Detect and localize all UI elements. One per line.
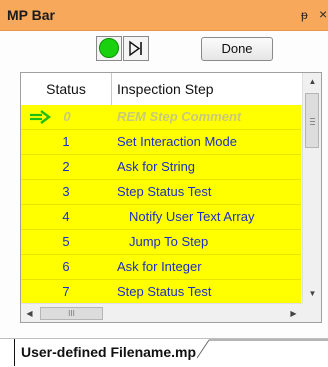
toolbar: Done	[0, 31, 328, 65]
column-header-status[interactable]: Status	[21, 73, 112, 105]
mp-bar-panel: MP Bar ᵽ × Done Status Inspection Step 0…	[0, 0, 328, 367]
row-step: Ask for String	[117, 159, 196, 174]
scroll-left-icon[interactable]: ◀	[21, 304, 38, 322]
row-step: Jump To Step	[129, 234, 209, 249]
table-row[interactable]: 3 Step Status Test	[21, 180, 301, 205]
table-row[interactable]: 5 Jump To Step	[21, 230, 301, 255]
table-row[interactable]: 1 Set Interaction Mode	[21, 130, 301, 155]
document-tab-strip: User-defined Filename.mp	[0, 338, 328, 367]
table-row[interactable]: 4 Notify User Text Array	[21, 205, 301, 230]
close-icon[interactable]: ×	[319, 6, 327, 22]
horizontal-scrollbar[interactable]: ◀ III ▶	[21, 303, 302, 322]
step-icon	[129, 40, 142, 57]
run-icon	[99, 38, 119, 58]
row-status: 6	[62, 259, 70, 274]
vertical-scrollbar[interactable]: ▲ ▼	[302, 73, 321, 303]
row-status: 1	[62, 134, 70, 149]
grip-line	[310, 121, 315, 122]
row-status: 3	[62, 184, 70, 199]
row-status: 2	[62, 159, 70, 174]
tab-user-defined-filename[interactable]: User-defined Filename.mp	[14, 339, 196, 366]
table-row[interactable]: 2 Ask for String	[21, 155, 301, 180]
row-status: 7	[62, 284, 70, 299]
vertical-scroll-thumb[interactable]	[305, 93, 319, 148]
grid-header: Status Inspection Step	[21, 73, 301, 105]
title-bar[interactable]: MP Bar ᵽ ×	[0, 0, 328, 31]
row-step: Notify User Text Array	[129, 209, 255, 224]
window-title: MP Bar	[7, 7, 55, 23]
scrollbar-corner	[302, 303, 321, 322]
step-button[interactable]	[123, 36, 149, 61]
table-row[interactable]: 6 Ask for Integer	[21, 255, 301, 280]
row-step: Set Interaction Mode	[117, 134, 237, 149]
row-status: 4	[62, 209, 70, 224]
row-status: 5	[62, 234, 70, 249]
table-row[interactable]: 7 Step Status Test	[21, 280, 301, 305]
scroll-right-icon[interactable]: ▶	[285, 304, 302, 322]
grid-rows: 0 REM Step Comment 1 Set Interaction Mod…	[21, 105, 301, 305]
row-status: 0	[63, 109, 71, 124]
row-step: Step Status Test	[117, 184, 212, 199]
tab-edge	[197, 339, 328, 359]
pin-icon[interactable]: ᵽ	[301, 8, 308, 22]
scroll-up-icon[interactable]: ▲	[303, 73, 321, 91]
row-step: Step Status Test	[117, 284, 212, 299]
table-row[interactable]: 0 REM Step Comment	[21, 105, 301, 130]
done-button[interactable]: Done	[201, 37, 273, 61]
run-button[interactable]	[96, 36, 122, 61]
column-header-inspection-step[interactable]: Inspection Step	[117, 73, 297, 105]
horizontal-scroll-thumb[interactable]: III	[40, 307, 103, 320]
row-step: Ask for Integer	[117, 259, 202, 274]
inspection-grid: Status Inspection Step 0 REM Step Commen…	[20, 72, 322, 323]
scroll-down-icon[interactable]: ▼	[303, 285, 321, 303]
grip-line	[310, 124, 315, 125]
row-step: REM Step Comment	[117, 109, 242, 124]
grip-line	[310, 118, 315, 119]
